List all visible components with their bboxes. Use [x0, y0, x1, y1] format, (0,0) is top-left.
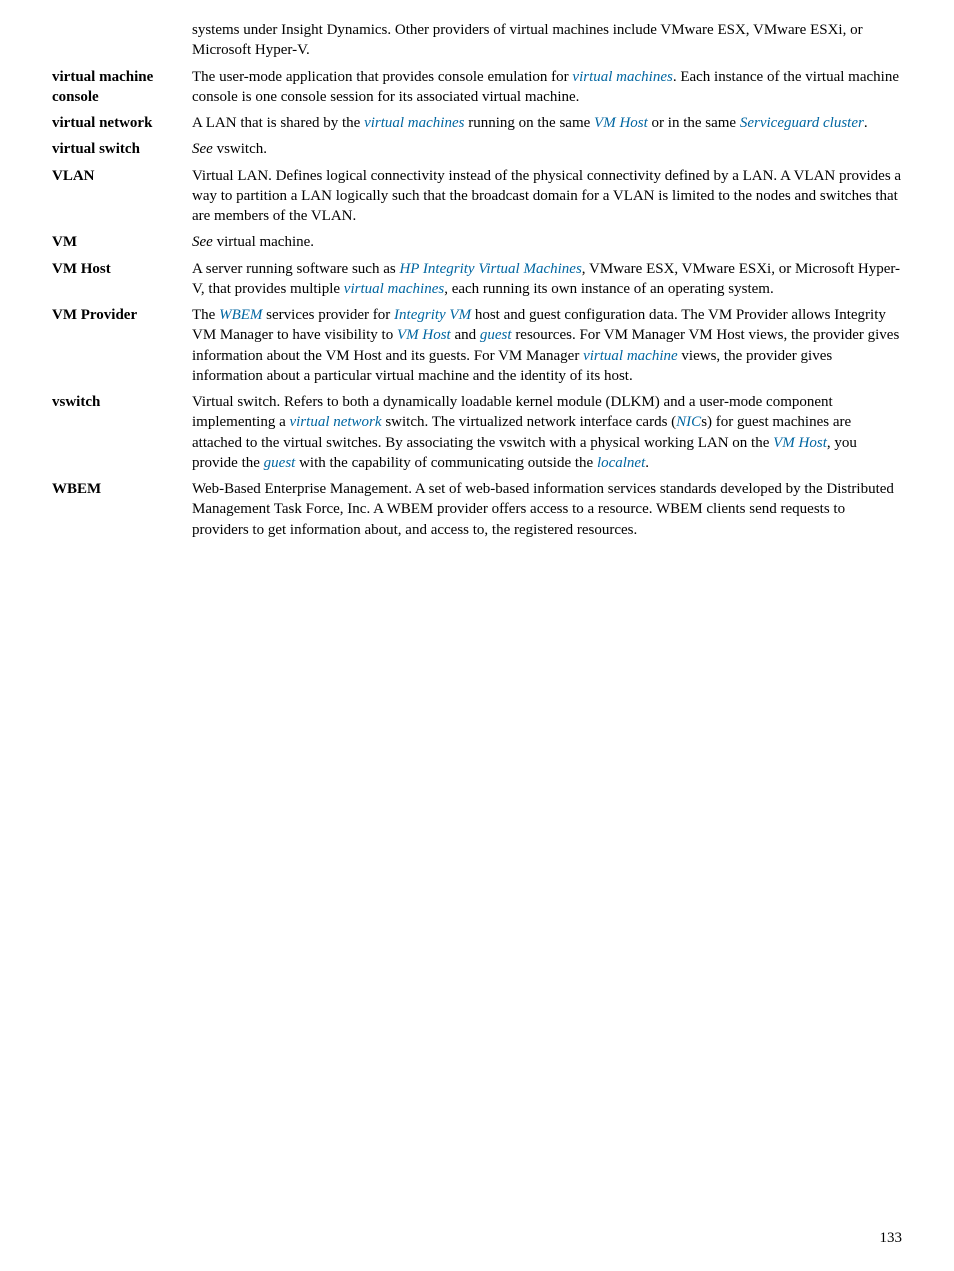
glossary-link[interactable]: Integrity VM [394, 307, 471, 323]
glossary-link[interactable]: VM Host [773, 435, 827, 451]
glossary-definition: systems under Insight Dynamics. Other pr… [192, 20, 902, 61]
glossary-text: The [192, 307, 219, 323]
glossary-entry: VLANVirtual LAN. Defines logical connect… [52, 166, 902, 227]
glossary-text: services provider for [262, 307, 394, 323]
glossary-link[interactable]: guest [480, 327, 512, 343]
glossary-link[interactable]: NIC [676, 414, 701, 430]
glossary-entry: virtual machine consoleThe user-mode app… [52, 67, 902, 108]
glossary-text: systems under Insight Dynamics. Other pr… [192, 22, 863, 58]
glossary-term: VM Provider [52, 305, 192, 325]
glossary-link[interactable]: guest [264, 455, 296, 471]
glossary-entry: virtual networkA LAN that is shared by t… [52, 113, 902, 133]
glossary-text: virtual machine. [213, 234, 314, 250]
glossary-term: VLAN [52, 166, 192, 186]
glossary-text: switch. The virtualized network interfac… [382, 414, 677, 430]
glossary-definition: See virtual machine. [192, 232, 902, 252]
glossary-link[interactable]: VM Host [594, 115, 648, 131]
glossary-link[interactable]: virtual machines [364, 115, 464, 131]
glossary-entry: VM ProviderThe WBEM services provider fo… [52, 305, 902, 386]
glossary-entry: WBEMWeb-Based Enterprise Management. A s… [52, 479, 902, 540]
glossary-link[interactable]: virtual machines [344, 281, 444, 297]
glossary-link[interactable]: virtual machine [583, 348, 678, 364]
glossary-link[interactable]: virtual machines [572, 69, 672, 85]
glossary-term: VM [52, 232, 192, 252]
glossary-text: or in the same [648, 115, 740, 131]
glossary-entry: VMSee virtual machine. [52, 232, 902, 252]
glossary-definition: A LAN that is shared by the virtual mach… [192, 113, 902, 133]
glossary-entry: vswitchVirtual switch. Refers to both a … [52, 392, 902, 473]
glossary-text: The user-mode application that provides … [192, 69, 572, 85]
glossary-entry: virtual switchSee vswitch. [52, 139, 902, 159]
glossary-definition: Virtual switch. Refers to both a dynamic… [192, 392, 902, 473]
glossary-term: WBEM [52, 479, 192, 499]
glossary-text: Web-Based Enterprise Management. A set o… [192, 481, 894, 538]
glossary-definition: A server running software such as HP Int… [192, 259, 902, 300]
glossary-text: See [192, 234, 213, 250]
glossary-term: virtual switch [52, 139, 192, 159]
glossary-text: Virtual LAN. Defines logical connectivit… [192, 168, 901, 225]
glossary-definition: See vswitch. [192, 139, 902, 159]
glossary-definition: The user-mode application that provides … [192, 67, 902, 108]
glossary-text: See [192, 141, 213, 157]
glossary-link[interactable]: localnet [597, 455, 645, 471]
glossary-text: and [451, 327, 480, 343]
glossary-term: virtual network [52, 113, 192, 133]
glossary-text: , each running its own instance of an op… [444, 281, 774, 297]
glossary-text: A LAN that is shared by the [192, 115, 364, 131]
glossary-term: virtual machine console [52, 67, 192, 108]
page-number: 133 [880, 1230, 903, 1247]
glossary-link[interactable]: WBEM [219, 307, 262, 323]
glossary-term: vswitch [52, 392, 192, 412]
glossary-entry: systems under Insight Dynamics. Other pr… [52, 20, 902, 61]
glossary-text: . [864, 115, 868, 131]
glossary-text: vswitch. [213, 141, 267, 157]
glossary-content: systems under Insight Dynamics. Other pr… [0, 0, 954, 540]
glossary-link[interactable]: VM Host [397, 327, 451, 343]
glossary-definition: Web-Based Enterprise Management. A set o… [192, 479, 902, 540]
glossary-link[interactable]: Serviceguard cluster [740, 115, 864, 131]
glossary-definition: Virtual LAN. Defines logical connectivit… [192, 166, 902, 227]
glossary-text: A server running software such as [192, 261, 399, 277]
glossary-text: . [645, 455, 649, 471]
glossary-term: VM Host [52, 259, 192, 279]
glossary-entry: VM HostA server running software such as… [52, 259, 902, 300]
glossary-link[interactable]: HP Integrity Virtual Machines [399, 261, 581, 277]
glossary-text: with the capability of communicating out… [295, 455, 597, 471]
glossary-definition: The WBEM services provider for Integrity… [192, 305, 902, 386]
glossary-link[interactable]: virtual network [289, 414, 381, 430]
glossary-text: running on the same [464, 115, 594, 131]
